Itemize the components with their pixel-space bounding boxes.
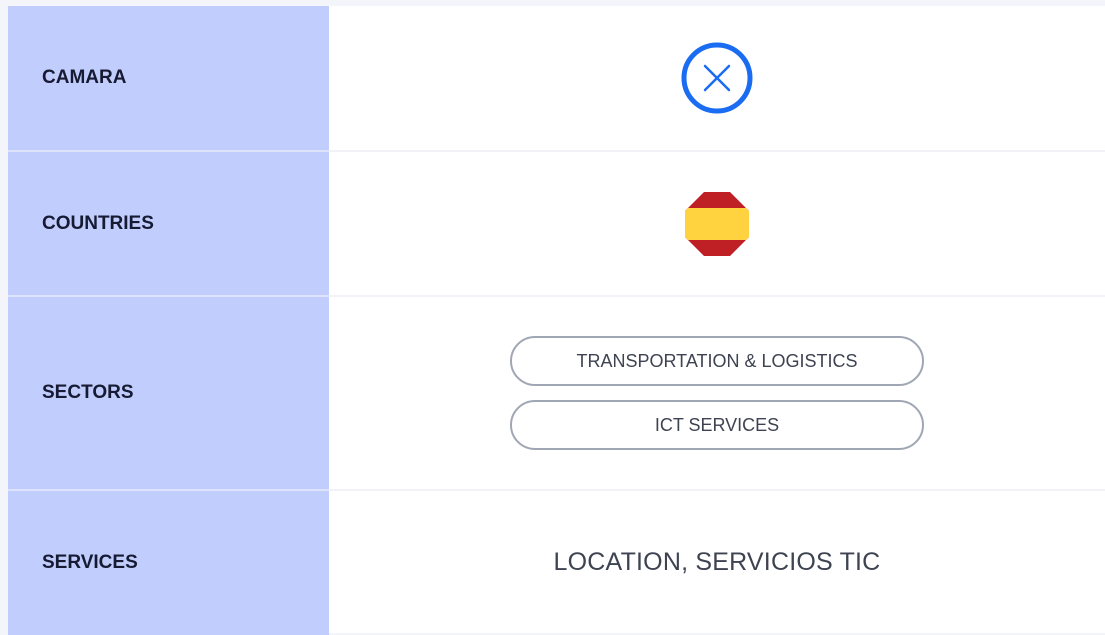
spain-flag-icon xyxy=(685,191,749,256)
row-value-services: LOCATION, SERVICIOS TIC xyxy=(329,491,1105,633)
sector-tag-transportation[interactable]: TRANSPORTATION & LOGISTICS xyxy=(510,336,924,386)
row-label-camara: CAMARA xyxy=(8,6,329,152)
services-text: LOCATION, SERVICIOS TIC xyxy=(553,547,881,576)
row-sectors: SECTORS TRANSPORTATION & LOGISTICS ICT S… xyxy=(8,297,1105,491)
row-value-camara xyxy=(329,6,1105,150)
close-circle-icon xyxy=(681,42,753,114)
sector-tag-ict-services[interactable]: ICT SERVICES xyxy=(510,400,924,450)
properties-table: CAMARA COUNTRIES SECTORS TRANSPORTATION … xyxy=(8,6,1105,635)
row-value-countries xyxy=(329,152,1105,295)
row-services: SERVICES LOCATION, SERVICIOS TIC xyxy=(8,491,1105,635)
row-label-countries: COUNTRIES xyxy=(8,152,329,297)
row-countries: COUNTRIES xyxy=(8,152,1105,297)
row-camara: CAMARA xyxy=(8,6,1105,152)
row-label-sectors: SECTORS xyxy=(8,297,329,491)
row-value-sectors: TRANSPORTATION & LOGISTICS ICT SERVICES xyxy=(329,297,1105,489)
row-label-services: SERVICES xyxy=(8,491,329,635)
